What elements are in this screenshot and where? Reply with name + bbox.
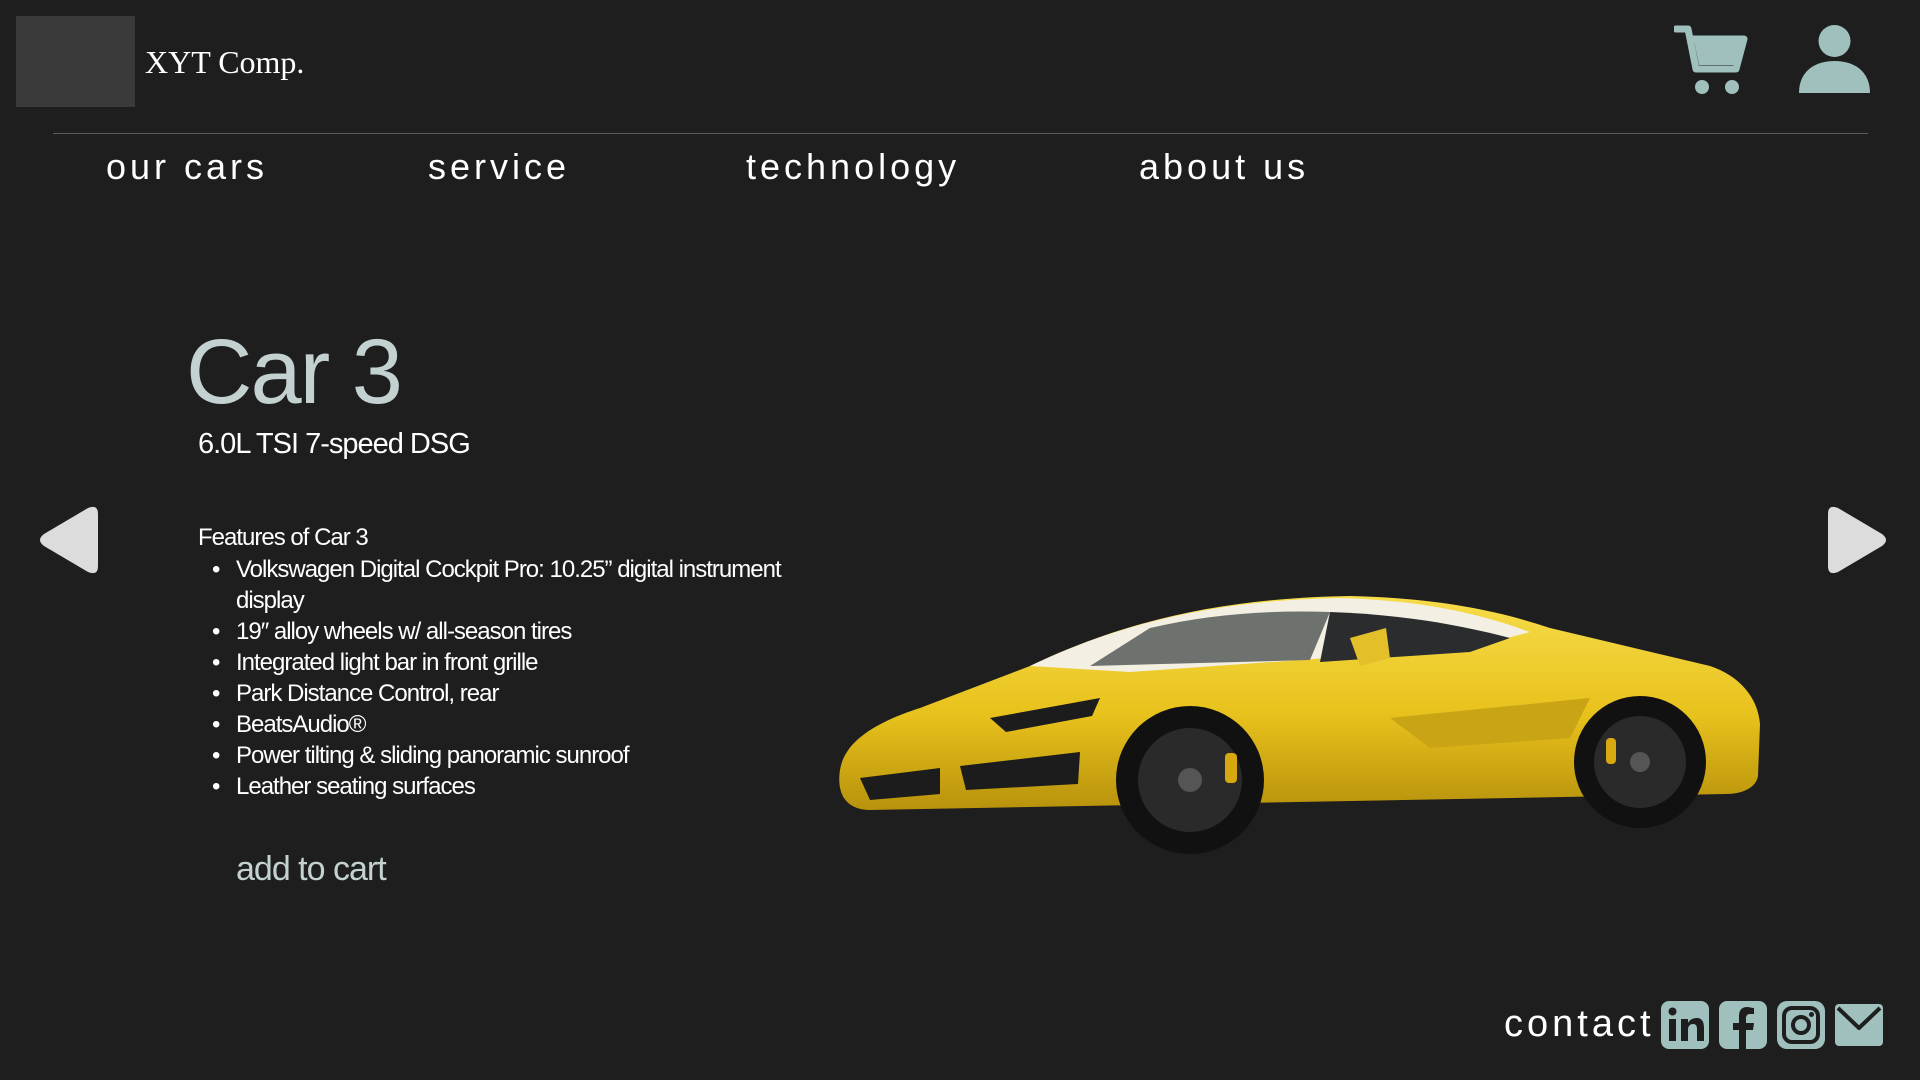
features-heading: Features of Car 3	[198, 524, 369, 551]
nav-technology[interactable]: technology	[746, 146, 960, 188]
contact-link[interactable]: contact	[1504, 1003, 1655, 1046]
page: XYT Comp. our cars service technology ab…	[0, 0, 1920, 1080]
feature-item: Park Distance Control, rear	[212, 678, 852, 709]
linkedin-icon[interactable]	[1660, 1000, 1710, 1050]
nav-our-cars[interactable]: our cars	[106, 146, 268, 188]
feature-item: Power tilting & sliding panoramic sunroo…	[212, 740, 852, 771]
features-list: Volkswagen Digital Cockpit Pro: 10.25” d…	[212, 554, 852, 802]
product-engine-spec: 6.0L TSI 7-speed DSG	[198, 428, 471, 460]
carousel-next-icon[interactable]	[1824, 504, 1890, 576]
feature-item: BeatsAudio®	[212, 709, 852, 740]
feature-item: Integrated light bar in front grille	[212, 647, 852, 678]
feature-item: 19″ alloy wheels w/ all-season tires	[212, 616, 852, 647]
car-image	[839, 596, 1760, 854]
logo-placeholder[interactable]	[16, 16, 135, 107]
nav-service[interactable]: service	[428, 146, 570, 188]
nav-about-us[interactable]: about us	[1139, 146, 1309, 188]
feature-item: Volkswagen Digital Cockpit Pro: 10.25” d…	[212, 554, 852, 616]
header-divider	[53, 133, 1868, 134]
product-title: Car 3	[186, 321, 403, 423]
shopping-cart-icon[interactable]	[1674, 25, 1749, 97]
carousel-prev-icon[interactable]	[36, 504, 102, 576]
add-to-cart-button[interactable]: add to cart	[236, 850, 387, 889]
facebook-icon[interactable]	[1718, 1000, 1768, 1050]
brand-name[interactable]: XYT Comp.	[145, 44, 304, 81]
mail-icon[interactable]	[1834, 1000, 1884, 1050]
instagram-icon[interactable]	[1776, 1000, 1826, 1050]
feature-item: Leather seating surfaces	[212, 771, 852, 802]
user-account-icon[interactable]	[1797, 23, 1872, 95]
